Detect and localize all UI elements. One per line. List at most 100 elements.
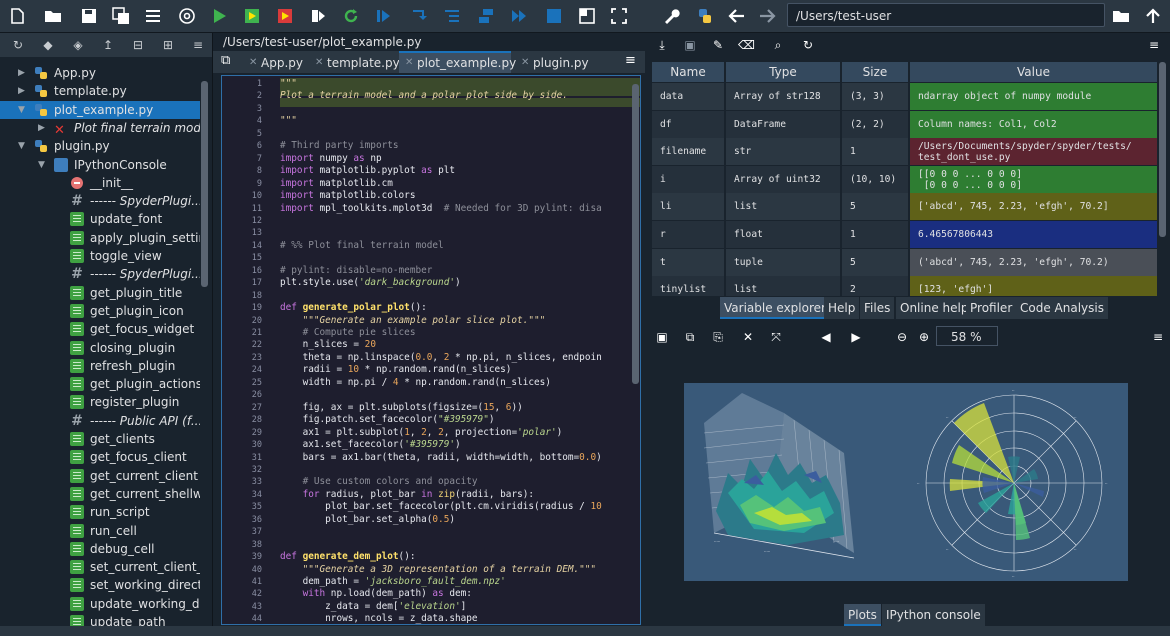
erase-icon[interactable]: ⌫ (738, 37, 755, 53)
variable-row[interactable]: tinylist list 2 [123, 'efgh'] (652, 276, 1157, 296)
variable-row[interactable]: t tuple 5 ('abcd', 745, 2.23, 'efgh', 70.2) (652, 248, 1157, 276)
chevron-icon[interactable]: ▼ (18, 101, 25, 119)
tab-help[interactable]: Help (824, 297, 860, 319)
outline-item[interactable]: ▼ plugin.py (0, 137, 200, 155)
outline-item[interactable]: set_current_client_... (0, 558, 200, 576)
code-editor[interactable]: 1 2 3 4 5 6 7 8 9 10 11 12 13 14 15 16 17 18 19 20 21 22 23 24 2… (221, 75, 641, 625)
outline-item[interactable]: refresh_plugin (0, 357, 200, 375)
close-icon[interactable]: ✕ (315, 53, 323, 73)
column-header[interactable]: Size (842, 62, 908, 82)
variable-row[interactable]: li list 5 ['abcd', 745, 2.23, 'efgh', 70.2] (652, 193, 1157, 221)
outline-item[interactable]: get_clients (0, 430, 200, 448)
refresh-icon[interactable]: ↻ (10, 37, 26, 53)
tab-variable-explorer[interactable]: Variable explorer (720, 297, 830, 319)
tab-ipython-console[interactable]: IPython console (882, 604, 985, 626)
save-data-icon[interactable]: ▣ (682, 37, 698, 53)
options-menu-icon[interactable]: ≡ (1150, 329, 1166, 345)
browse-tabs-icon[interactable]: ⧉ (221, 53, 230, 68)
save-all-icon[interactable] (110, 5, 132, 27)
outline-item[interactable]: get_focus_widget (0, 320, 200, 338)
continue-icon[interactable] (508, 5, 530, 27)
close-icon[interactable]: ✕ (249, 53, 257, 73)
variable-row[interactable]: i Array of uint32 (10, 10) [[0 0 0 ... 0 0 … (652, 165, 1157, 193)
outline-item[interactable]: closing_plugin (0, 339, 200, 357)
parent-directory-icon[interactable] (1142, 5, 1164, 27)
outline-item[interactable]: get_current_shellwi... (0, 485, 200, 503)
step-icon[interactable] (408, 5, 430, 27)
tab-code-analysis[interactable]: Code Analysis (1016, 297, 1108, 319)
copy-plot-icon[interactable]: ⎘ (710, 329, 726, 345)
close-icon[interactable]: ✕ (521, 53, 529, 73)
variable-table-scrollbar[interactable] (1159, 62, 1166, 237)
fit-plot-icon[interactable]: ⤧ (768, 329, 784, 345)
tab-plot-example[interactable]: ✕ plot_example.py (399, 51, 516, 73)
expand-all-icon[interactable]: ⊞ (160, 37, 176, 53)
column-header[interactable]: Value (910, 62, 1157, 82)
outline-item[interactable]: get_current_client (0, 467, 200, 485)
chevron-icon[interactable]: ▶ (38, 119, 45, 137)
wrench-icon[interactable] (660, 5, 682, 27)
search-icon[interactable]: ⌕ (770, 37, 786, 53)
back-icon[interactable] (726, 5, 748, 27)
chevron-icon[interactable]: ▶ (18, 64, 25, 82)
column-header[interactable]: Name (652, 62, 724, 82)
outline-item[interactable]: get_plugin_icon (0, 302, 200, 320)
options-menu-icon[interactable]: ≡ (1146, 37, 1162, 53)
tab-template[interactable]: ✕ template.py (309, 53, 400, 73)
outline-item[interactable]: ▼ plot_example.py (0, 100, 200, 119)
variable-row[interactable]: df DataFrame (2, 2) Column names: Col1, Col… (652, 110, 1157, 138)
editor-vertical-scrollbar[interactable] (632, 84, 639, 384)
outline-item[interactable]: run_script (0, 503, 200, 521)
refresh-icon[interactable]: ↻ (800, 37, 816, 53)
outline-item[interactable]: get_focus_client (0, 448, 200, 466)
outline-item[interactable]: ▶ App.py (0, 64, 200, 82)
at-icon[interactable] (176, 5, 198, 27)
expand-icon[interactable]: ◈ (70, 37, 86, 53)
python-path-icon[interactable] (694, 5, 716, 27)
tab-plugin[interactable]: ✕ plugin.py (515, 53, 593, 73)
save-data-as-icon[interactable]: ✎ (710, 37, 726, 53)
run-cell-advance-icon[interactable] (274, 5, 296, 27)
maximize-pane-icon[interactable] (576, 5, 598, 27)
save-plot-icon[interactable]: ▣ (654, 329, 670, 345)
chevron-icon[interactable]: ▶ (18, 82, 25, 100)
browse-folder-icon[interactable] (1110, 5, 1132, 27)
variable-row[interactable]: filename str 1/Users/Documents/spyder/spyd… (652, 138, 1157, 166)
list-icon[interactable] (142, 5, 164, 27)
outline-item[interactable]: __init__ (0, 174, 200, 192)
tab-files[interactable]: Files (860, 297, 895, 319)
outline-item[interactable]: update_working_dir (0, 595, 200, 613)
column-header[interactable]: Type (726, 62, 840, 82)
outline-item[interactable]: # ------ SpyderPlugi... (0, 192, 200, 210)
close-icon[interactable]: ✕ (405, 53, 413, 73)
previous-plot-icon[interactable]: ◀ (818, 329, 834, 345)
outline-item[interactable]: debug_cell (0, 540, 200, 558)
new-file-icon[interactable] (6, 5, 28, 27)
outline-item[interactable]: # ------ Public API (f... (0, 412, 200, 430)
import-data-icon[interactable]: ⤓ (654, 37, 670, 53)
debug-icon[interactable] (372, 5, 394, 27)
outline-item[interactable]: ▶ ✕ Plot final terrain model (0, 119, 200, 137)
run-cell-icon[interactable] (241, 5, 263, 27)
menu-icon[interactable]: ≡ (190, 37, 206, 53)
zoom-level-field[interactable]: 58 % (936, 326, 998, 346)
outline-item[interactable]: set_working_direct... (0, 576, 200, 594)
save-all-plots-icon[interactable]: ⧉ (682, 329, 698, 345)
step-into-icon[interactable] (441, 5, 463, 27)
zoom-in-icon[interactable]: ⊕ (916, 329, 932, 345)
working-directory-input[interactable]: /Users/test-user (787, 3, 1105, 27)
chevron-icon[interactable]: ▼ (38, 156, 45, 174)
run-icon[interactable] (208, 5, 230, 27)
outline-item[interactable]: run_cell (0, 522, 200, 540)
outline-item[interactable]: apply_plugin_settin... (0, 229, 200, 247)
save-icon[interactable] (78, 5, 100, 27)
chevron-icon[interactable]: ▼ (18, 137, 25, 155)
zoom-out-icon[interactable]: ⊖ (894, 329, 910, 345)
next-plot-icon[interactable]: ▶ (848, 329, 864, 345)
run-selection-icon[interactable] (307, 5, 329, 27)
collapse-icon[interactable]: ◆ (40, 37, 56, 53)
tab-profiler[interactable]: Profiler (966, 297, 1017, 319)
variable-row[interactable]: r float 1 6.46567806443 (652, 221, 1157, 248)
close-plot-icon[interactable]: ✕ (740, 329, 756, 345)
outline-item[interactable]: get_plugin_actions (0, 375, 200, 393)
